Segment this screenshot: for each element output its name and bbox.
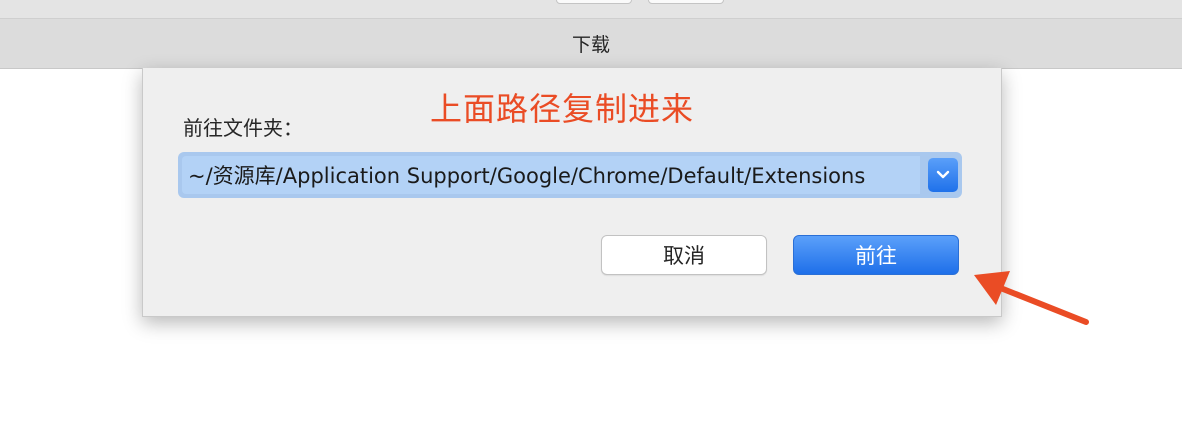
toolbar-button-left[interactable] — [556, 0, 632, 4]
cancel-button-label: 取消 — [663, 244, 705, 268]
path-combobox[interactable] — [178, 152, 962, 198]
chevron-down-icon — [936, 170, 950, 179]
path-input[interactable] — [182, 156, 920, 194]
annotation-text: 上面路径复制进来 — [430, 90, 695, 128]
go-button-label: 前往 — [855, 244, 897, 268]
cancel-button[interactable]: 取消 — [601, 235, 767, 275]
go-to-folder-label: 前往文件夹： — [183, 116, 303, 140]
window-toolbar — [0, 0, 1182, 19]
toolbar-button-right[interactable] — [648, 0, 724, 4]
window-title: 下载 — [0, 19, 1182, 69]
combo-dropdown-button[interactable] — [928, 158, 958, 192]
window-title-text: 下载 — [571, 34, 610, 56]
arrow-annotation-icon — [974, 271, 1089, 325]
go-button[interactable]: 前往 — [793, 235, 959, 275]
